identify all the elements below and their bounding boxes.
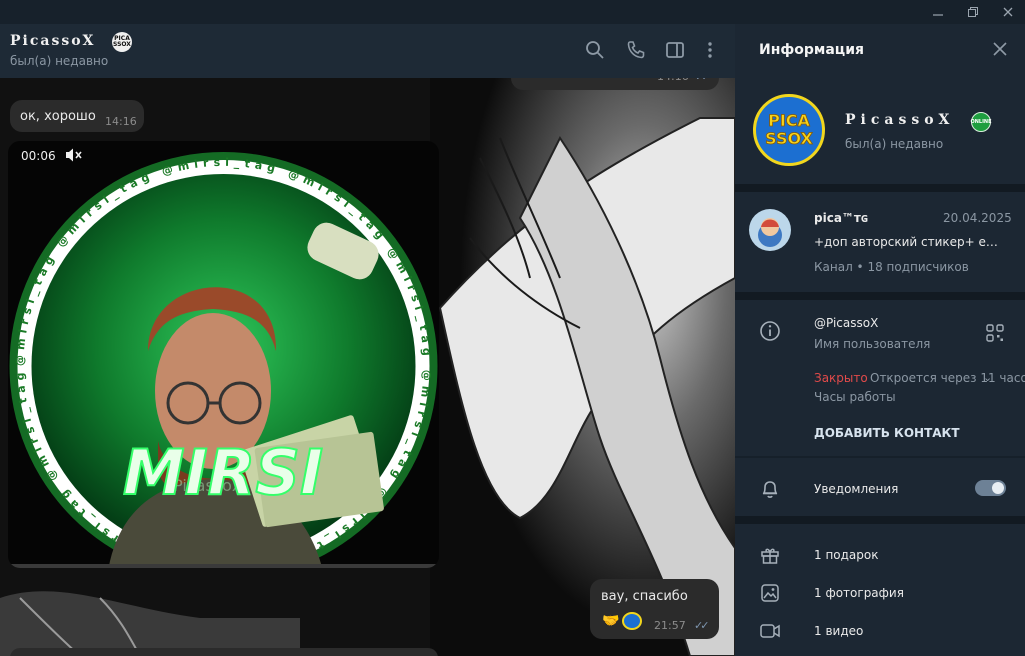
- message-bubble-outgoing[interactable]: вау, спасибо 🤝 21:57 ✓✓: [590, 579, 719, 639]
- avatar-text-top: PICA: [768, 111, 810, 130]
- video-icon: [759, 620, 781, 642]
- channel-preview: +доп авторский стикер+ emo...: [814, 235, 1009, 249]
- toggle-knob: [992, 482, 1004, 494]
- notifications-toggle[interactable]: [975, 480, 1006, 496]
- profile-status: был(а) недавно: [845, 137, 944, 151]
- chat-panel: PicassoX PICA SSOX был(а) недавно 14:16 …: [0, 24, 735, 656]
- video-note-frame: @mirsi_tag @mirsi_tag @mirsi_tag @mirsi_…: [9, 152, 438, 568]
- chat-peer-name[interactable]: PicassoX: [10, 33, 95, 49]
- hours-label: Часы работы: [814, 390, 896, 404]
- bell-icon: [759, 478, 781, 500]
- gift-icon: [759, 544, 781, 566]
- media-label: 1 видео: [814, 624, 864, 638]
- video-note-message[interactable]: @mirsi_tag @mirsi_tag @mirsi_tag @mirsi_…: [8, 141, 439, 568]
- media-label: 1 фотография: [814, 586, 904, 600]
- username-value[interactable]: @PicassoX: [814, 316, 878, 330]
- section-divider: [735, 184, 1025, 192]
- message-text: ок, хорошо: [20, 109, 96, 124]
- video-progress-bar: [8, 564, 439, 568]
- message-text: вау, спасибо: [601, 589, 688, 604]
- channel-meta: Канал • 18 подписчиков: [814, 260, 969, 274]
- minimize-icon[interactable]: [921, 0, 955, 24]
- hours-open-in: Откроется через 11 часов: [870, 371, 1025, 385]
- restore-icon[interactable]: [956, 0, 990, 24]
- sidebar-toggle-icon[interactable]: [665, 40, 687, 62]
- mute-icon[interactable]: [65, 147, 83, 163]
- video-duration: 00:06: [21, 149, 56, 163]
- handshake-emoji: 🤝: [602, 613, 620, 629]
- section-divider: [735, 292, 1025, 300]
- username-label: Имя пользователя: [814, 337, 931, 351]
- media-label: 1 подарок: [814, 548, 879, 562]
- channel-date: 20.04.2025: [943, 211, 1012, 225]
- notifications-label: Уведомления: [814, 482, 899, 496]
- close-icon[interactable]: [991, 0, 1025, 24]
- message-time: 14:16: [105, 115, 137, 128]
- profile-name: PicassoX: [845, 112, 955, 128]
- channel-avatar: [749, 209, 791, 251]
- channel-name: picа™тɢ: [814, 211, 869, 225]
- chat-peer-status: был(а) недавно: [10, 54, 109, 68]
- peer-logo-badge: PICA SSOX: [112, 32, 132, 52]
- more-vertical-icon[interactable]: [700, 40, 722, 62]
- message-time: 21:57: [654, 619, 686, 632]
- chevron-down-icon: ⌄: [983, 371, 993, 384]
- phone-icon[interactable]: [626, 40, 648, 62]
- avatar-text-bottom: SSOX: [765, 129, 813, 148]
- search-icon[interactable]: [585, 40, 607, 62]
- section-divider: [735, 516, 1025, 524]
- window-titlebar: [0, 0, 1025, 24]
- message-bubble-incoming[interactable]: ок, хорошо 14:16: [10, 100, 144, 132]
- reaction-avatar: [622, 612, 642, 630]
- add-contact-button[interactable]: ДОБАВИТЬ КОНТАКТ: [814, 426, 960, 440]
- section-divider: [735, 456, 1025, 458]
- profile-info-panel: Информация PICA SSOX PicassoX ONLINE был…: [735, 24, 1025, 656]
- profile-avatar[interactable]: PICA SSOX: [753, 94, 825, 166]
- hours-closed-status: Закрыто: [814, 371, 868, 385]
- qr-code-icon[interactable]: [986, 324, 1004, 342]
- chat-header[interactable]: PicassoX PICA SSOX был(а) недавно: [0, 24, 735, 78]
- info-icon: [759, 320, 781, 342]
- photo-icon: [759, 582, 781, 604]
- info-title: Информация: [759, 42, 864, 58]
- close-icon[interactable]: [991, 40, 1009, 58]
- video-title: MIRSI: [123, 436, 323, 509]
- online-badge: ONLINE: [970, 112, 992, 132]
- message-bubble-next[interactable]: [10, 648, 438, 656]
- read-checks-icon: ✓✓: [694, 619, 710, 632]
